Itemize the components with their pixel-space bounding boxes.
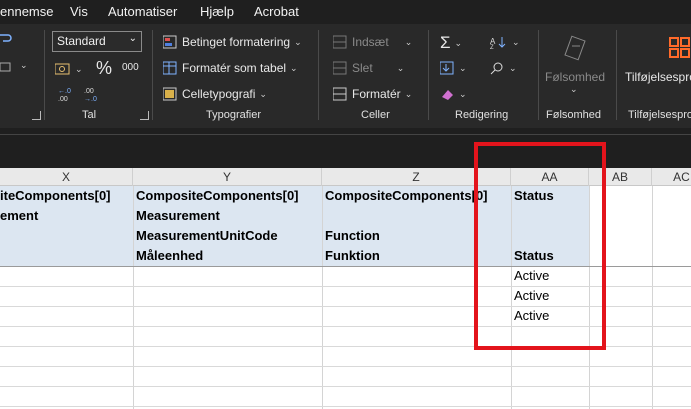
number-format-select[interactable]: Standard ⌄ bbox=[52, 31, 142, 52]
menu-item-automate[interactable]: Automatiser bbox=[108, 4, 177, 19]
menu-item-acrobat[interactable]: Acrobat bbox=[254, 4, 299, 19]
merge-dropdown-icon[interactable]: ⌄ bbox=[20, 60, 28, 71]
chevron-down-icon: ⌄ bbox=[128, 33, 137, 44]
conditional-formatting-label: Betinget formatering bbox=[182, 35, 291, 49]
merge-center-icon[interactable] bbox=[0, 60, 12, 74]
number-format-value: Standard bbox=[57, 34, 106, 48]
format-icon bbox=[333, 87, 347, 101]
column-header-y[interactable]: Y bbox=[133, 168, 322, 186]
sum-icon: Σ bbox=[440, 33, 451, 52]
conditional-formatting-button[interactable]: Betinget formatering ⌄ bbox=[163, 35, 302, 49]
find-select-button[interactable]: ⌄ bbox=[490, 61, 517, 75]
header-cell-z-1[interactable]: CompositeComponents[0] bbox=[325, 186, 488, 206]
header-cell-y-2[interactable]: Measurement bbox=[136, 206, 220, 226]
delete-cells-label: Slet bbox=[352, 61, 373, 75]
header-cell-y-1[interactable]: CompositeComponents[0] bbox=[136, 186, 299, 206]
menu-bar: ennemse Vis Automatiser Hjælp Acrobat bbox=[0, 0, 691, 24]
sensitivity-group-label: Følsomhed bbox=[546, 109, 602, 121]
styles-group-label: Typografier bbox=[206, 109, 262, 121]
format-cells-button[interactable]: Formatér ⌄ bbox=[333, 87, 412, 101]
currency-icon bbox=[55, 63, 70, 75]
column-header-ac[interactable]: AC bbox=[652, 168, 691, 186]
decrease-decimal-icon: .00→.0 bbox=[84, 88, 97, 102]
addins-group-label: Tilføjelsespro bbox=[628, 109, 691, 121]
fill-button[interactable]: ⌄ bbox=[440, 61, 467, 75]
format-as-table-label: Formatér som tabel bbox=[182, 61, 287, 75]
cell-styles-label: Celletypografi bbox=[182, 87, 256, 101]
menu-item-review[interactable]: ennemse bbox=[0, 4, 53, 19]
svg-text:.00: .00 bbox=[84, 88, 94, 95]
header-cell-x-1[interactable]: iteComponents[0] bbox=[0, 186, 111, 206]
cell-styles-button[interactable]: Celletypografi ⌄ bbox=[163, 87, 267, 101]
sensitivity-icon bbox=[564, 35, 586, 61]
autosum-button[interactable]: Σ ⌄ bbox=[440, 33, 462, 53]
delete-cells-button[interactable]: Slet ⌄ bbox=[333, 61, 404, 75]
insert-icon bbox=[333, 35, 347, 49]
decrease-decimal-button[interactable]: .00 →.0 bbox=[82, 86, 98, 102]
format-cells-label: Formatér bbox=[352, 87, 401, 101]
search-icon bbox=[490, 62, 503, 75]
ribbon: ⌄ Standard ⌄ ⌄ % 000 ←.0.00 .00 →.0 Tal B… bbox=[0, 24, 691, 128]
highlight-annotation-box bbox=[474, 142, 606, 350]
number-group-label: Tal bbox=[82, 109, 97, 121]
alignment-dialog-launcher[interactable] bbox=[32, 111, 41, 120]
table-icon bbox=[163, 61, 177, 75]
svg-text:→.0: →.0 bbox=[84, 96, 97, 102]
clear-button[interactable]: ⌄ bbox=[440, 87, 467, 101]
increase-decimal-button[interactable]: ←.0.00 bbox=[56, 86, 72, 102]
wrap-text-icon[interactable] bbox=[0, 32, 12, 46]
eraser-icon bbox=[442, 90, 453, 100]
cells-group-label: Celler bbox=[361, 109, 390, 121]
sensitivity-button[interactable]: Følsomhed bbox=[545, 70, 605, 84]
conditional-formatting-icon bbox=[163, 35, 177, 49]
percent-style-button[interactable]: % bbox=[96, 58, 112, 79]
delete-icon bbox=[333, 61, 347, 75]
sensitivity-caret-icon: ⌄ bbox=[570, 84, 578, 94]
svg-text:.00: .00 bbox=[58, 96, 68, 102]
svg-text:Z: Z bbox=[490, 45, 494, 49]
formula-bar-divider bbox=[0, 134, 691, 135]
accounting-format-button[interactable]: ⌄ bbox=[55, 62, 83, 76]
menu-item-help[interactable]: Hjælp bbox=[200, 4, 234, 19]
addins-button[interactable]: Tilføjelsespro bbox=[625, 70, 691, 84]
addins-icon[interactable] bbox=[668, 36, 691, 64]
thousands-icon: 000 bbox=[122, 62, 139, 73]
header-cell-z-3[interactable]: Function bbox=[325, 226, 380, 246]
fill-down-icon bbox=[440, 61, 454, 75]
format-as-table-button[interactable]: Formatér som tabel ⌄ bbox=[163, 61, 298, 75]
header-cell-y-4[interactable]: Måleenhed bbox=[136, 246, 203, 266]
cell-styles-icon bbox=[163, 87, 177, 101]
comma-style-button[interactable]: 000 bbox=[122, 62, 139, 73]
header-cell-x-2[interactable]: ement bbox=[0, 206, 38, 226]
sort-filter-button[interactable]: AZ ⌄ bbox=[490, 35, 520, 50]
percent-icon: % bbox=[96, 58, 113, 78]
number-dialog-launcher[interactable] bbox=[140, 111, 149, 120]
menu-item-view[interactable]: Vis bbox=[70, 4, 88, 19]
insert-cells-label: Indsæt bbox=[352, 35, 389, 49]
insert-cells-button[interactable]: Indsæt ⌄ bbox=[333, 35, 412, 49]
header-cell-z-4[interactable]: Funktion bbox=[325, 246, 380, 266]
svg-text:←.0: ←.0 bbox=[58, 88, 71, 95]
header-cell-y-3[interactable]: MeasurementUnitCode bbox=[136, 226, 278, 246]
editing-group-label: Redigering bbox=[455, 109, 509, 121]
sort-filter-icon: AZ bbox=[490, 37, 506, 49]
increase-decimal-icon: ←.0.00 bbox=[58, 88, 71, 102]
column-header-x[interactable]: X bbox=[0, 168, 133, 186]
sensitivity-button-icon[interactable] bbox=[564, 34, 588, 64]
